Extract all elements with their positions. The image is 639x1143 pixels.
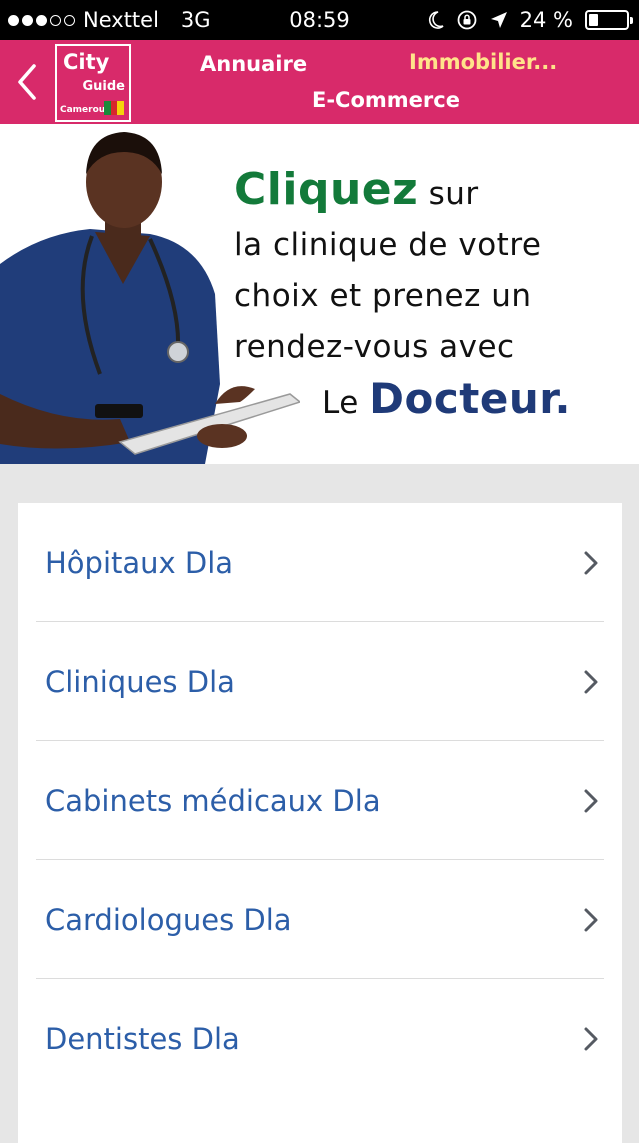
list-item-label: Cardiologues Dla <box>45 902 292 937</box>
list-item-hopitaux[interactable]: Hôpitaux Dla <box>18 503 622 622</box>
banner-line-5: Le Docteur. <box>234 373 571 429</box>
chevron-right-icon <box>584 789 598 812</box>
status-bar-right: 24 % <box>426 8 633 32</box>
list-item-label: Hôpitaux Dla <box>45 545 234 580</box>
banner-docteur: Docteur <box>369 374 555 423</box>
chevron-right-icon <box>584 908 598 931</box>
list-item-label: Dentistes Dla <box>45 1021 240 1056</box>
location-arrow-icon <box>490 12 507 28</box>
banner-period: . <box>554 374 571 423</box>
city-guide-logo[interactable]: City Guide Cameroun <box>55 44 131 122</box>
doctor-banner: Cliquez sur la clinique de votre choix e… <box>0 124 639 464</box>
list-item-cardiologues[interactable]: Cardiologues Dla <box>18 860 622 979</box>
chevron-right-icon <box>584 670 598 693</box>
chevron-left-icon[interactable] <box>12 62 42 102</box>
banner-le: Le <box>322 385 370 421</box>
list-item-cliniques[interactable]: Cliniques Dla <box>18 622 622 741</box>
chevron-right-icon <box>584 551 598 574</box>
logo-guide-text: Guide <box>82 79 125 94</box>
chevron-right-icon <box>584 1027 598 1050</box>
status-bar: Nexttel 3G 08:59 24 % <box>0 0 639 40</box>
top-nav-bar: City Guide Cameroun Annuaire Immobilier.… <box>0 40 639 124</box>
rotation-lock-icon <box>457 10 477 30</box>
banner-line-1: Cliquez sur <box>234 164 571 220</box>
banner-line-4: rendez-vous avec <box>234 329 515 365</box>
category-list: Hôpitaux Dla Cliniques Dla Cabinets médi… <box>18 503 622 1143</box>
nav-annuaire-link[interactable]: Annuaire <box>200 52 307 76</box>
battery-level <box>589 14 598 26</box>
moon-icon <box>428 11 444 29</box>
banner-cliquez: Cliquez <box>234 164 419 215</box>
banner-line-1-rest: sur <box>418 176 479 212</box>
cameroon-flag-icon <box>104 101 125 115</box>
list-item-label: Cabinets médicaux Dla <box>45 783 381 818</box>
battery-percent: 24 % <box>519 8 573 32</box>
nav-ecommerce-link[interactable]: E-Commerce <box>312 88 460 112</box>
banner-line-2: la clinique de votre <box>234 227 542 263</box>
nav-immobilier-link[interactable]: Immobilier... <box>409 50 557 74</box>
list-item-dentistes[interactable]: Dentistes Dla <box>18 979 622 1098</box>
battery-icon <box>585 10 633 30</box>
list-item-cabinets-medicaux[interactable]: Cabinets médicaux Dla <box>18 741 622 860</box>
logo-city-text: City <box>63 50 110 74</box>
list-item-label: Cliniques Dla <box>45 664 235 699</box>
banner-line-3: choix et prenez un <box>234 278 532 314</box>
banner-message: Cliquez sur la clinique de votre choix e… <box>234 164 571 429</box>
